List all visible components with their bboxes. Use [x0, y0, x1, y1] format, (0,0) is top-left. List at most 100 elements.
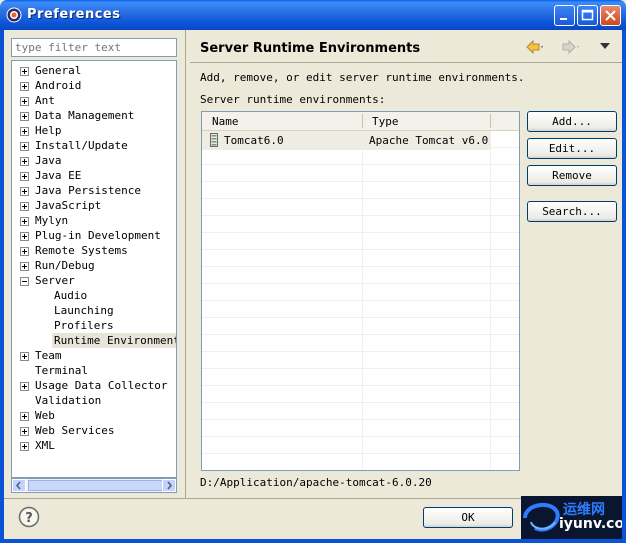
preferences-tree[interactable]: General Android Ant Data Management Help Inst…: [11, 60, 177, 478]
expand-icon[interactable]: [20, 157, 29, 166]
title-bar[interactable]: Preferences: [0, 0, 626, 30]
tree-item[interactable]: Java: [12, 153, 176, 168]
tree-item-label: Run/Debug: [35, 259, 95, 272]
close-button[interactable]: [600, 5, 621, 26]
expand-icon[interactable]: [20, 262, 29, 271]
column-header-type[interactable]: Type: [372, 115, 399, 128]
tree-item-label: Android: [35, 79, 82, 92]
expand-icon[interactable]: [20, 412, 29, 421]
grid-line: [202, 267, 519, 284]
expand-icon[interactable]: [20, 187, 29, 196]
tree-item[interactable]: Launching: [12, 303, 176, 318]
page-title: Server Runtime Environments: [200, 41, 421, 56]
expand-icon[interactable]: [20, 142, 29, 151]
window-frame-right: [622, 30, 626, 543]
tree-item[interactable]: JavaScript: [12, 198, 176, 213]
tree-item[interactable]: Profilers: [12, 318, 176, 333]
tree-item[interactable]: Web: [12, 408, 176, 423]
tree-item[interactable]: Data Management: [12, 108, 176, 123]
grid-line: [202, 318, 519, 335]
tree-item[interactable]: Help: [12, 123, 176, 138]
maximize-button[interactable]: [577, 5, 598, 26]
tree-item[interactable]: Install/Update: [12, 138, 176, 153]
tree-item-label: Runtime Environments: [52, 333, 176, 348]
tree-item-label: Install/Update: [35, 139, 128, 152]
expand-icon[interactable]: [20, 247, 29, 256]
back-arrow-icon[interactable]: [526, 40, 544, 54]
tree-item[interactable]: Server: [12, 273, 176, 288]
tree-item[interactable]: Run/Debug: [12, 258, 176, 273]
expand-icon[interactable]: [20, 127, 29, 136]
table-header: Name Type: [202, 112, 519, 131]
runtime-list-label: Server runtime environments:: [200, 93, 386, 106]
ok-button-label: OK: [461, 511, 475, 524]
column-separator[interactable]: [490, 114, 491, 128]
tree-item[interactable]: Validation: [12, 393, 176, 408]
grid-line: [202, 369, 519, 386]
minimize-button[interactable]: [554, 5, 575, 26]
search-button[interactable]: Search...: [527, 201, 617, 222]
grid-line: [202, 301, 519, 318]
remove-button[interactable]: Remove: [527, 165, 617, 186]
tree-item[interactable]: Team: [12, 348, 176, 363]
expand-icon[interactable]: [20, 172, 29, 181]
tree-item[interactable]: Usage Data Collector: [12, 378, 176, 393]
expand-icon[interactable]: [20, 232, 29, 241]
tree-item[interactable]: Plug-in Development: [12, 228, 176, 243]
add-button[interactable]: Add...: [527, 111, 617, 132]
watermark-logo: 运维网 iyunv.com: [521, 496, 622, 539]
tree-item-label: XML: [35, 439, 55, 452]
search-button-label: Search...: [542, 205, 602, 218]
tree-item[interactable]: Web Services: [12, 423, 176, 438]
tree-item[interactable]: Java EE: [12, 168, 176, 183]
tree-item[interactable]: Android: [12, 78, 176, 93]
help-icon[interactable]: ?: [18, 506, 40, 528]
grid-line: [202, 386, 519, 403]
expand-icon[interactable]: [20, 442, 29, 451]
expand-icon[interactable]: [20, 202, 29, 211]
tree-item-label: Launching: [54, 304, 114, 317]
expand-icon[interactable]: [20, 112, 29, 121]
tree-item[interactable]: Ant: [12, 93, 176, 108]
tree-item[interactable]: XML: [12, 438, 176, 453]
pane-splitter[interactable]: [185, 30, 186, 498]
grid-line: [202, 454, 519, 470]
column-header-name[interactable]: Name: [212, 115, 239, 128]
grid-line: [202, 437, 519, 454]
expand-icon[interactable]: [20, 382, 29, 391]
view-menu-icon[interactable]: [600, 43, 610, 51]
tree-item[interactable]: Java Persistence: [12, 183, 176, 198]
table-row[interactable]: Tomcat6.0 Apache Tomcat v6.0: [202, 131, 490, 150]
tree-item[interactable]: Remote Systems: [12, 243, 176, 258]
grid-line: [202, 352, 519, 369]
grid-line: [202, 250, 519, 267]
grid-line: [202, 403, 519, 420]
expand-icon[interactable]: [20, 217, 29, 226]
collapse-icon[interactable]: [20, 277, 29, 286]
tree-item[interactable]: Mylyn: [12, 213, 176, 228]
tree-item-label: Java Persistence: [35, 184, 141, 197]
tree-item[interactable]: Audio: [12, 288, 176, 303]
expand-icon[interactable]: [20, 352, 29, 361]
expand-icon[interactable]: [20, 67, 29, 76]
expand-icon[interactable]: [20, 97, 29, 106]
ok-button[interactable]: OK: [423, 507, 513, 528]
tree-item-label: Server: [35, 274, 75, 287]
runtime-table[interactable]: Name Type Tomcat6.0 Apache Tomcat v6.0: [201, 111, 520, 471]
scroll-thumb[interactable]: [28, 480, 168, 491]
window-title: Preferences: [27, 7, 121, 22]
edit-button[interactable]: Edit...: [527, 138, 617, 159]
expand-icon[interactable]: [20, 427, 29, 436]
filter-input[interactable]: [11, 38, 177, 57]
tree-item[interactable]: General: [12, 63, 176, 78]
expand-icon[interactable]: [20, 82, 29, 91]
scroll-left-button[interactable]: [12, 479, 26, 492]
tree-item[interactable]: Runtime Environments: [12, 333, 176, 348]
tree-item-label: Mylyn: [35, 214, 69, 227]
tree-item[interactable]: Terminal: [12, 363, 176, 378]
forward-arrow-icon[interactable]: [562, 40, 580, 54]
tree-horizontal-scrollbar[interactable]: [11, 478, 177, 493]
grid-line: [202, 165, 519, 182]
scroll-right-button[interactable]: [162, 479, 176, 492]
column-separator[interactable]: [362, 114, 363, 128]
